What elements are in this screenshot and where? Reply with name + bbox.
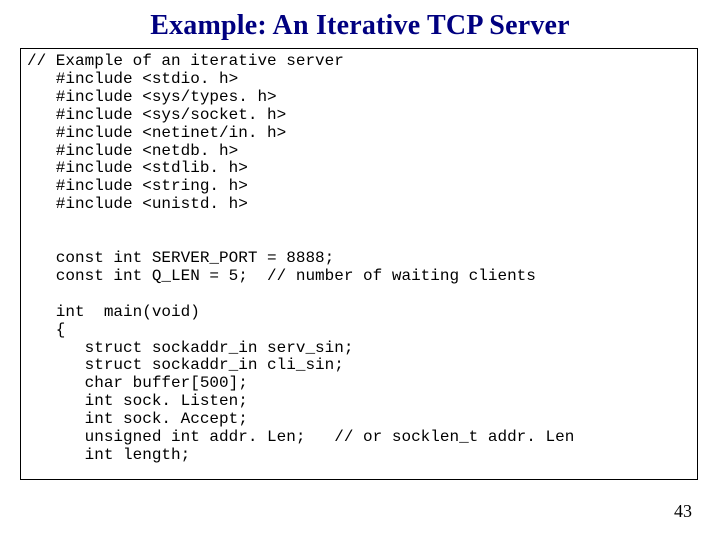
code-box: // Example of an iterative server #inclu… (20, 48, 698, 480)
code-block: // Example of an iterative server #inclu… (21, 49, 697, 469)
slide: Example: An Iterative TCP Server // Exam… (0, 0, 720, 540)
slide-title: Example: An Iterative TCP Server (0, 0, 720, 48)
page-number: 43 (674, 501, 692, 522)
